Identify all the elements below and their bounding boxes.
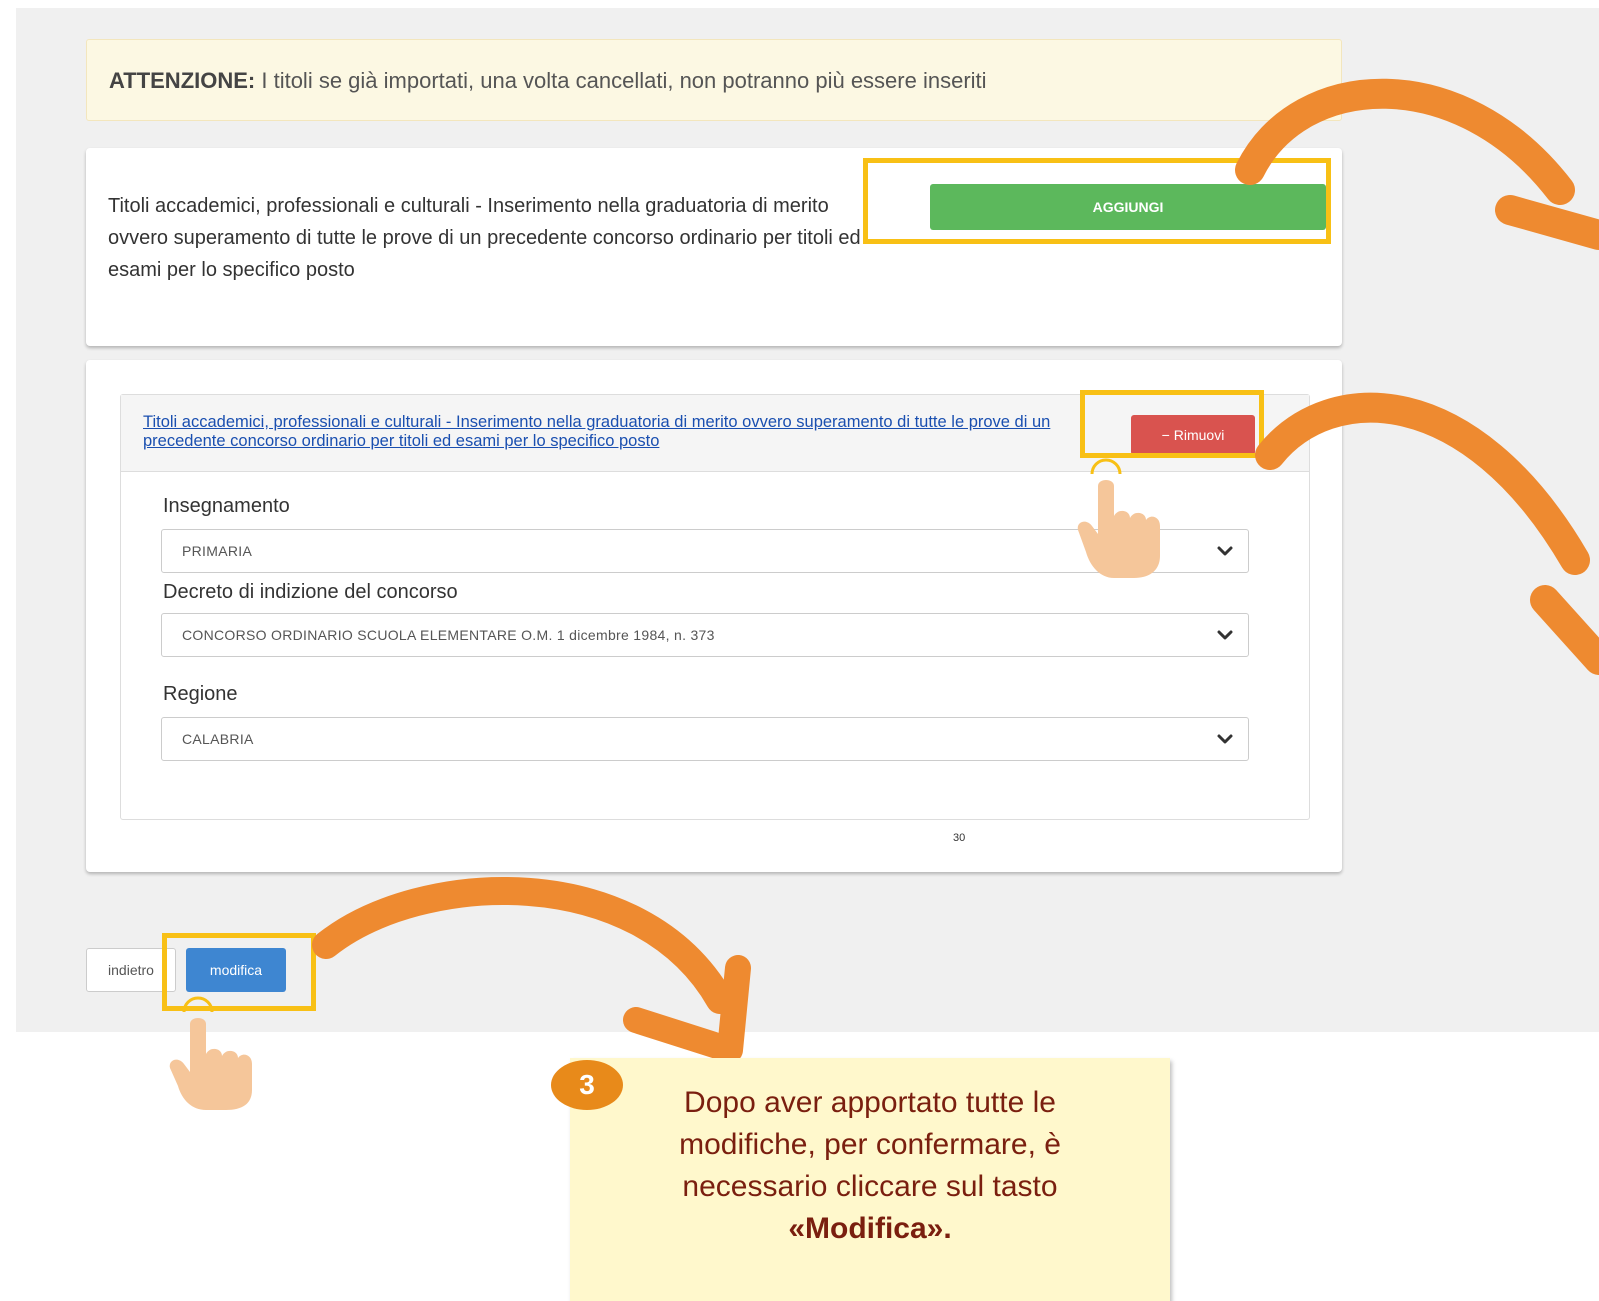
chevron-down-icon xyxy=(1217,734,1233,744)
decreto-value: CONCORSO ORDINARIO SCUOLA ELEMENTARE O.M… xyxy=(182,627,715,643)
callout-bold: «Modifica». xyxy=(788,1212,952,1245)
callout-text: Dopo aver apportato tutte le modifiche, … xyxy=(620,1082,1120,1250)
pointing-hand-icon xyxy=(169,996,252,1110)
insegnamento-value: PRIMARIA xyxy=(182,543,253,559)
regione-value: CALABRIA xyxy=(182,731,254,747)
pointing-hand-icon xyxy=(1077,458,1160,578)
warning-text: ATTENZIONE: I titoli se già importati, u… xyxy=(109,68,987,94)
warning-strong: ATTENZIONE: xyxy=(109,68,256,93)
remove-button[interactable]: − Rimuovi xyxy=(1131,415,1255,455)
instruction-callout: Dopo aver apportato tutte le modifiche, … xyxy=(570,1058,1170,1301)
back-button[interactable]: indietro xyxy=(86,948,176,992)
modify-button[interactable]: modifica xyxy=(186,948,286,992)
warning-alert: ATTENZIONE: I titoli se già importati, u… xyxy=(86,39,1342,121)
regione-select[interactable]: CALABRIA xyxy=(161,717,1249,761)
decreto-label: Decreto di indizione del concorso xyxy=(163,581,458,603)
titles-entry-panel: Titoli accademici, professionali e cultu… xyxy=(86,360,1342,872)
titles-add-panel: Titoli accademici, professionali e cultu… xyxy=(86,148,1342,346)
callout-message: Dopo aver apportato tutte le modifiche, … xyxy=(679,1086,1061,1203)
add-button[interactable]: AGGIUNGI xyxy=(930,184,1326,230)
page-number: 30 xyxy=(953,832,966,844)
step-number-badge: 3 xyxy=(551,1060,623,1110)
titles-description: Titoli accademici, professionali e cultu… xyxy=(108,195,861,281)
insegnamento-label: Insegnamento xyxy=(163,495,290,517)
chevron-down-icon xyxy=(1217,630,1233,640)
regione-label: Regione xyxy=(163,683,238,705)
decreto-select[interactable]: CONCORSO ORDINARIO SCUOLA ELEMENTARE O.M… xyxy=(161,613,1249,657)
chevron-down-icon xyxy=(1217,546,1233,556)
warning-message: I titoli se già importati, una volta can… xyxy=(255,68,987,93)
title-entry-link[interactable]: Titoli accademici, professionali e cultu… xyxy=(143,413,1093,451)
